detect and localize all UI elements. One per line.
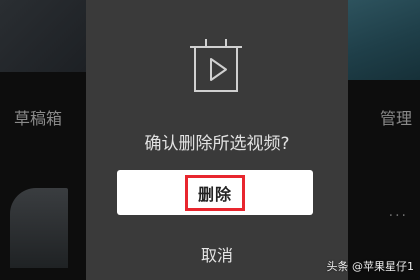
delete-button-label: 删除 xyxy=(197,184,232,204)
delete-button[interactable]: 删除 xyxy=(117,170,313,215)
screen: 草稿箱 管理 ... 确认删除所选视频? 删除 取消 头条 @苹果星仔1 xyxy=(0,0,420,280)
draft-thumbnail xyxy=(10,188,68,268)
watermark: 头条 @苹果星仔1 xyxy=(326,260,415,273)
drafts-label: 草稿箱 xyxy=(14,109,63,128)
delete-confirm-dialog: 确认删除所选视频? 删除 取消 xyxy=(86,0,348,280)
video-play-icon xyxy=(186,38,246,98)
confirm-message: 确认删除所选视频? xyxy=(144,134,290,154)
more-icon: ... xyxy=(388,204,408,220)
highlight-box: 删除 xyxy=(184,174,245,211)
cancel-button[interactable]: 取消 xyxy=(86,242,348,266)
manage-label: 管理 xyxy=(379,109,412,128)
